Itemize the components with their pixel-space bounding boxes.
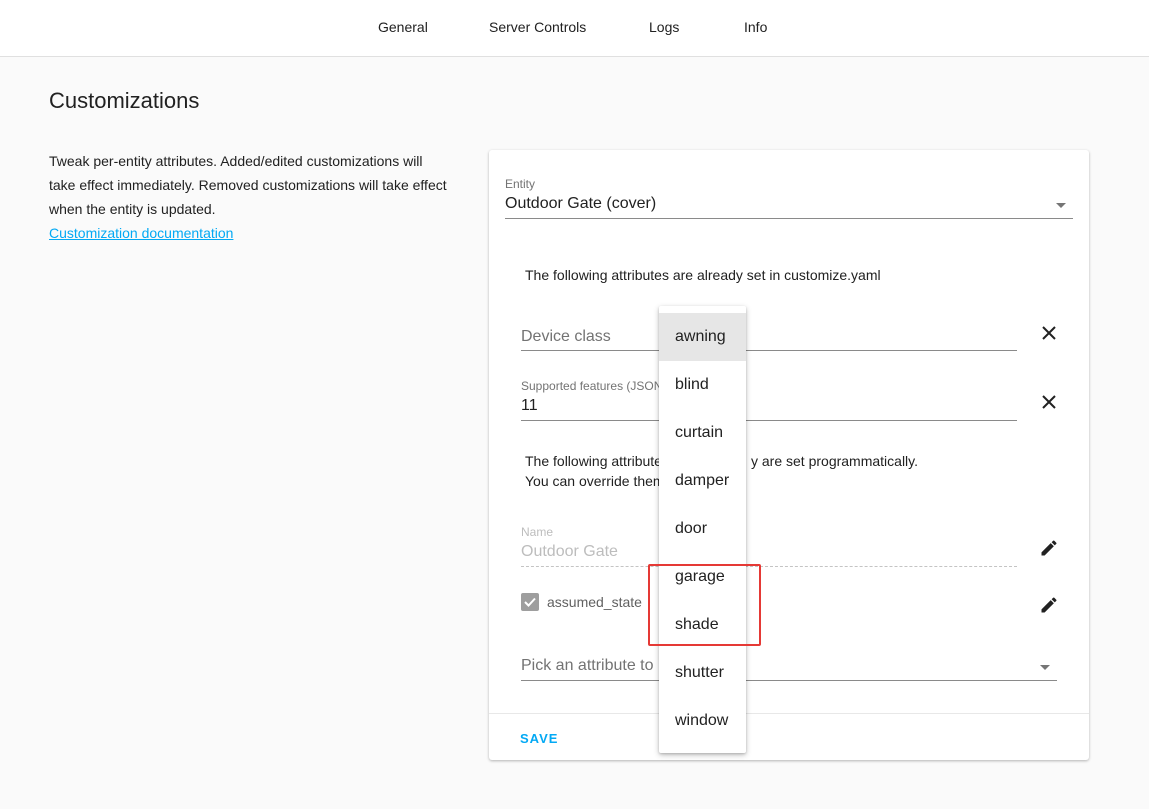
tab-general[interactable]: General — [378, 19, 428, 35]
customization-docs-link[interactable]: Customization documentation — [49, 225, 233, 241]
page-title: Customizations — [49, 88, 200, 113]
supported-features-underline — [521, 420, 1017, 421]
name-underline — [521, 566, 1017, 567]
edit-assumed-state-pencil-icon[interactable] — [1037, 593, 1061, 617]
tab-info[interactable]: Info — [744, 19, 767, 35]
name-input: Outdoor Gate — [521, 543, 618, 560]
dropdown-option-shutter[interactable]: shutter — [659, 649, 746, 697]
programmatic-note-line1-suffix: y are set programmatically. — [751, 453, 919, 469]
device-class-underline — [521, 350, 1017, 351]
entity-underline — [505, 218, 1073, 219]
dropdown-option-curtain[interactable]: curtain — [659, 409, 746, 457]
dropdown-option-door[interactable]: door — [659, 505, 746, 553]
device-class-dropdown: awning blind curtain damper door garage … — [659, 306, 746, 753]
dropdown-option-awning[interactable]: awning — [659, 313, 746, 361]
pick-attribute-underline — [521, 680, 1057, 681]
programmatic-note-line2: You can override them — [525, 473, 665, 489]
pick-attribute-select[interactable]: Pick an attribute to — [521, 657, 654, 675]
name-label: Name — [521, 525, 554, 539]
intro-text: Tweak per-entity attributes. Added/edite… — [49, 153, 447, 217]
dropdown-option-blind[interactable]: blind — [659, 361, 746, 409]
save-button[interactable]: SAVE — [520, 731, 558, 746]
supported-features-label: Supported features (JSON — [521, 379, 663, 393]
assumed-state-checkbox[interactable] — [521, 593, 539, 611]
tab-server-controls[interactable]: Server Controls — [489, 19, 586, 35]
supported-features-input[interactable]: 11 — [521, 397, 538, 415]
top-tab-bar: General Server Controls Logs Info — [0, 0, 1149, 57]
device-class-input[interactable]: Device class — [521, 328, 611, 346]
remove-supported-features-close-icon[interactable] — [1037, 390, 1061, 414]
customization-card: Entity Outdoor Gate (cover) The followin… — [489, 150, 1089, 760]
dropdown-option-window[interactable]: window — [659, 697, 746, 745]
yaml-note: The following attributes are already set… — [525, 267, 881, 283]
entity-select-value[interactable]: Outdoor Gate (cover) — [505, 195, 656, 213]
entity-dropdown-arrow-icon[interactable] — [1056, 203, 1066, 208]
dropdown-option-shade[interactable]: shade — [659, 601, 746, 649]
programmatic-note-line1-prefix: The following attribute — [525, 453, 662, 469]
entity-label: Entity — [505, 177, 536, 191]
card-actions: SAVE — [489, 713, 1089, 760]
tab-logs[interactable]: Logs — [649, 19, 679, 35]
assumed-state-label: assumed_state — [547, 594, 642, 610]
intro-section: Tweak per-entity attributes. Added/edite… — [49, 149, 449, 245]
edit-name-pencil-icon[interactable] — [1037, 536, 1061, 560]
dropdown-option-garage[interactable]: garage — [659, 553, 746, 601]
dropdown-option-damper[interactable]: damper — [659, 457, 746, 505]
pick-attribute-dropdown-arrow-icon[interactable] — [1040, 665, 1050, 670]
remove-device-class-close-icon[interactable] — [1037, 321, 1061, 345]
